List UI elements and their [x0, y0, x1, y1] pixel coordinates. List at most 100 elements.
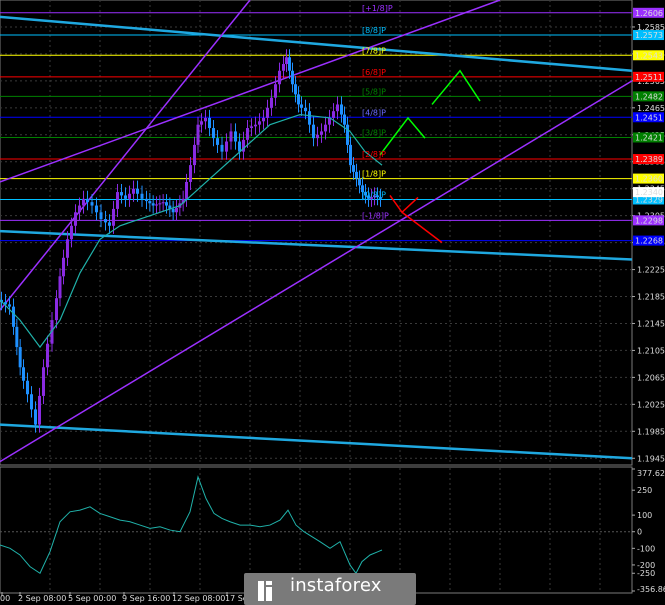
candle-body	[78, 205, 81, 213]
candle-body	[288, 57, 291, 71]
murrey-level-label: [6/8]P	[362, 68, 386, 77]
candle-body	[140, 193, 144, 199]
price-level-box-label: 1.2606	[635, 9, 663, 18]
candle-body	[116, 192, 119, 209]
candle-body	[234, 131, 237, 142]
candle-body	[136, 188, 139, 194]
candle-body	[355, 171, 358, 179]
price-tick-label: 1.1985	[637, 427, 665, 436]
time-tick-label: 12 Sep 08:00	[172, 594, 225, 603]
price-tick-label: 1.2185	[637, 293, 665, 302]
candle-body	[42, 367, 45, 396]
candle-body	[297, 94, 300, 105]
candle-body	[300, 104, 303, 108]
candle-body	[332, 111, 335, 118]
murrey-level-label: [7/8]P	[362, 46, 386, 55]
indicator-tick-label: 250	[637, 486, 652, 495]
candle-body	[266, 107, 269, 118]
candle-body	[282, 64, 285, 71]
candle-body	[358, 178, 361, 186]
candle-body	[15, 326, 19, 348]
candle-body	[70, 225, 73, 240]
candle-body	[62, 257, 65, 277]
indicator-tick-label: -100	[637, 544, 655, 553]
murrey-level-label: [2/8]P	[362, 150, 386, 159]
candle-body	[212, 128, 215, 139]
logo-text: instaforex	[290, 575, 382, 596]
candle-body	[316, 134, 319, 139]
candle-body	[55, 298, 58, 321]
candle-body	[86, 198, 89, 203]
candle-body	[34, 409, 37, 425]
candle-body	[246, 128, 249, 140]
indicator-tick-label: 100	[637, 511, 652, 520]
candle-body	[90, 202, 94, 206]
candle-body	[8, 304, 11, 307]
candle-body	[304, 107, 307, 112]
price-tick-label: 1.2025	[637, 400, 665, 409]
candle-body	[38, 395, 41, 425]
candle-body	[270, 97, 273, 108]
time-tick-label: 5 Sep 00:00	[68, 594, 116, 603]
price-tick-label: 1.2065	[637, 373, 665, 382]
candle-body	[278, 70, 281, 85]
candle-body	[82, 198, 85, 206]
murrey-level-label: [4/8]P	[362, 108, 386, 117]
current-price-label: 1.2340	[635, 188, 663, 197]
candle-body	[132, 188, 135, 194]
candle-body	[320, 131, 323, 135]
murrey-level-label: [-1/8]P	[362, 211, 389, 220]
candle-body	[22, 367, 25, 381]
candle-body	[262, 117, 265, 122]
instaforex-logo: instaforex	[244, 573, 416, 605]
price-level-box-label: 1.2298	[635, 216, 663, 225]
candle-body	[128, 193, 131, 199]
candle-body	[258, 121, 261, 125]
price-level-box-label: 1.2511	[635, 73, 663, 82]
candle-body	[208, 117, 211, 129]
chart-window: [+1/8]P [8/8]P [7/8]P [6/8]P [5/8]P [4/8]P [3/…	[0, 0, 665, 605]
candle-body	[291, 70, 294, 85]
price-level-box-label: 1.2421	[635, 133, 663, 142]
candle-body	[99, 212, 103, 220]
candle-body	[30, 394, 33, 410]
price-chart: [+1/8]P [8/8]P [7/8]P [6/8]P [5/8]P [4/8]P [3/…	[0, 0, 665, 605]
candle-body	[336, 104, 339, 112]
murrey-level-label: [3/8]P	[362, 128, 386, 137]
time-tick-label: 2 Sep 08:00	[18, 594, 66, 603]
candle-body	[349, 144, 352, 166]
indicator-tick-label: 0	[637, 528, 642, 537]
murrey-level-label: [1/8]P	[362, 170, 386, 179]
candle-body	[26, 380, 29, 395]
murrey-level-label: [8/8]P	[362, 26, 386, 35]
price-level-box-label: 1.2451	[635, 113, 663, 122]
price-level-box-label: 1.2573	[635, 31, 663, 40]
candle-body	[254, 124, 257, 127]
candle-body	[324, 124, 327, 132]
candle-body	[148, 201, 152, 204]
price-level-box-label: 1.2482	[635, 92, 663, 101]
candle-body	[189, 165, 192, 182]
indicator-tick-label: -356.8685	[637, 585, 665, 594]
candle-body	[193, 144, 196, 166]
candle-body	[95, 205, 98, 213]
price-tick-label: 1.2465	[637, 104, 665, 113]
candle-body	[308, 111, 311, 125]
candle-body	[108, 222, 111, 226]
price-tick-label: 1.1945	[637, 454, 665, 463]
murrey-level-label: [0/8]P	[362, 190, 386, 199]
candle-body	[124, 195, 127, 199]
candle-body	[343, 114, 346, 125]
candle-body	[274, 84, 277, 98]
candle-body	[220, 144, 224, 152]
candle-body	[158, 203, 162, 205]
price-level-box-label: 1.2268	[635, 237, 663, 246]
candle-body	[312, 124, 315, 139]
candle-body	[112, 208, 115, 226]
murrey-level-label: [5/8]P	[362, 87, 386, 96]
candle-body	[74, 212, 77, 226]
candle-body	[340, 104, 343, 115]
candle-body	[120, 192, 123, 196]
candle-body	[238, 141, 241, 152]
candle-body	[185, 181, 188, 199]
